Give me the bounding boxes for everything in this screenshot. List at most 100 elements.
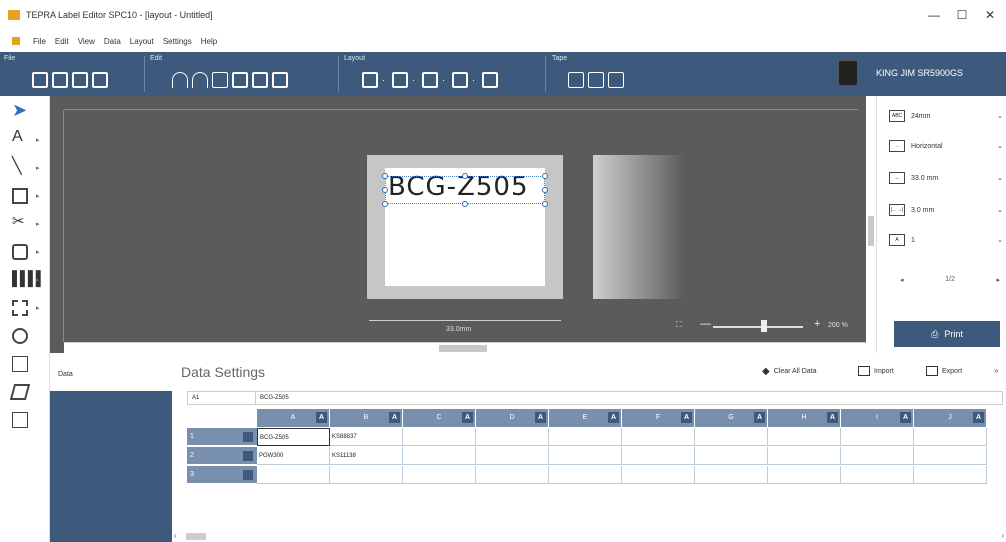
column-header-d[interactable]: DA [476,409,549,427]
menu-view[interactable]: View [78,37,95,46]
grid-cell[interactable]: KS88837 [330,428,403,446]
grid-cell[interactable] [476,466,549,484]
rotate-icon[interactable] [422,72,438,88]
grid-horizontal-scrollbar[interactable]: ‹ › [172,531,1006,542]
grid-cell[interactable] [768,428,841,446]
grid-cell[interactable] [549,466,622,484]
margin-setting[interactable]: |←→| 3.0 mm ⌄ [889,204,1006,216]
arrange-icon[interactable] [482,72,498,88]
selection-handle[interactable] [542,201,548,207]
selection-handle[interactable] [462,173,468,179]
group-icon[interactable] [452,72,468,88]
length-setting[interactable]: ↔ 33.0 mm ⌄ [889,172,1006,184]
clipart-icon[interactable]: ✂ ▸ [10,213,40,234]
grid-cell[interactable] [841,428,914,446]
cut-icon[interactable] [212,72,228,88]
grid-cell[interactable] [549,428,622,446]
grid-cell[interactable] [695,447,768,465]
export-button[interactable]: Export [926,366,962,376]
chevron-down-icon[interactable]: ⌄ [997,236,1003,244]
row-header[interactable]: 3 [187,466,257,484]
barcode-icon[interactable]: ▌▌▌▌ ▸ [10,270,46,290]
text-icon[interactable]: A ▸ [10,128,40,150]
chevron-down-icon[interactable]: ⌄ [997,112,1003,120]
row-checkbox[interactable] [243,470,253,480]
zoom-slider[interactable] [713,326,803,328]
selection-handle[interactable] [542,173,548,179]
grid-cell[interactable] [476,447,549,465]
tape-margin-icon[interactable] [588,72,604,88]
zoom-out-button[interactable]: — [700,318,711,330]
scrollbar-thumb[interactable] [868,216,874,246]
tape-width-setting[interactable]: ABC 24mm ⌄ [889,110,1006,122]
grid-cell[interactable] [403,428,476,446]
menu-layout[interactable]: Layout [130,37,154,46]
scroll-right-icon[interactable]: › [1001,531,1004,540]
selection-handle[interactable] [382,173,388,179]
column-header-f[interactable]: FA [622,409,695,427]
chevron-down-icon[interactable]: ⌄ [997,174,1003,182]
column-type-badge-icon[interactable]: A [754,412,765,423]
grid-cell[interactable] [768,447,841,465]
selection-handle[interactable] [382,201,388,207]
align-icon[interactable] [362,72,378,88]
scroll-left-icon[interactable]: ‹ [174,531,177,540]
column-type-badge-icon[interactable]: A [535,412,546,423]
cell-reference[interactable]: A1 [188,392,256,404]
column-type-badge-icon[interactable]: A [389,412,400,423]
image-icon[interactable]: ▸ [10,186,40,206]
menu-file[interactable]: File [33,37,46,46]
column-header-h[interactable]: HA [768,409,841,427]
column-type-badge-icon[interactable]: A [900,412,911,423]
collapse-chevron-icon[interactable]: » [994,366,998,375]
column-header-a[interactable]: AA [257,409,330,427]
clear-all-data-button[interactable]: ◆ Clear All Data [762,366,817,377]
scrollbar-thumb[interactable] [439,345,487,352]
open-icon[interactable] [52,72,68,88]
book-icon[interactable] [92,72,108,88]
redo-icon[interactable] [192,72,208,88]
grid-cell[interactable] [622,447,695,465]
close-button[interactable]: ✕ [980,6,1000,24]
rotate-dropdown-icon[interactable]: · [442,72,448,88]
copies-setting[interactable]: A 1 ⌄ [889,234,1006,246]
column-header-i[interactable]: IA [841,409,914,427]
chevron-down-icon[interactable]: ⌄ [997,142,1003,150]
minimize-button[interactable]: — [924,6,944,24]
column-type-badge-icon[interactable]: A [608,412,619,423]
zoom-slider-thumb[interactable] [761,320,767,332]
grid-cell[interactable]: PGW300 [257,447,330,465]
menu-help[interactable]: Help [201,37,217,46]
column-header-c[interactable]: CA [403,409,476,427]
menu-settings[interactable]: Settings [163,37,192,46]
zoom-in-button[interactable]: + [814,318,820,330]
column-type-badge-icon[interactable]: A [462,412,473,423]
row-header[interactable]: 2 [187,447,257,465]
distribute-dropdown-icon[interactable]: · [412,72,418,88]
cell-value[interactable]: BCG-Z505 [256,392,293,404]
grid-cell[interactable] [768,466,841,484]
shape-icon[interactable]: ▸ [10,242,40,262]
tape-cut-icon[interactable] [568,72,584,88]
datetime-icon[interactable] [10,326,30,346]
grid-cell[interactable] [914,428,987,446]
column-header-g[interactable]: GA [695,409,768,427]
column-header-e[interactable]: EA [549,409,622,427]
column-type-badge-icon[interactable]: A [681,412,692,423]
new-icon[interactable] [32,72,48,88]
grid-cell[interactable] [695,428,768,446]
column-type-badge-icon[interactable]: A [316,412,327,423]
undo-icon[interactable] [172,72,188,88]
row-checkbox[interactable] [243,432,253,442]
grid-cell[interactable] [403,466,476,484]
qrcode-icon[interactable]: ▸ [10,298,40,318]
selection-handle[interactable] [542,187,548,193]
column-header-b[interactable]: BA [330,409,403,427]
menu-edit[interactable]: Edit [55,37,69,46]
column-header-j[interactable]: JA [914,409,987,427]
selection-handle[interactable] [462,201,468,207]
save-icon[interactable] [72,72,88,88]
grid-cell[interactable] [403,447,476,465]
selection-handle[interactable] [382,187,388,193]
grid-cell[interactable]: BCG-Z505 [257,428,330,446]
